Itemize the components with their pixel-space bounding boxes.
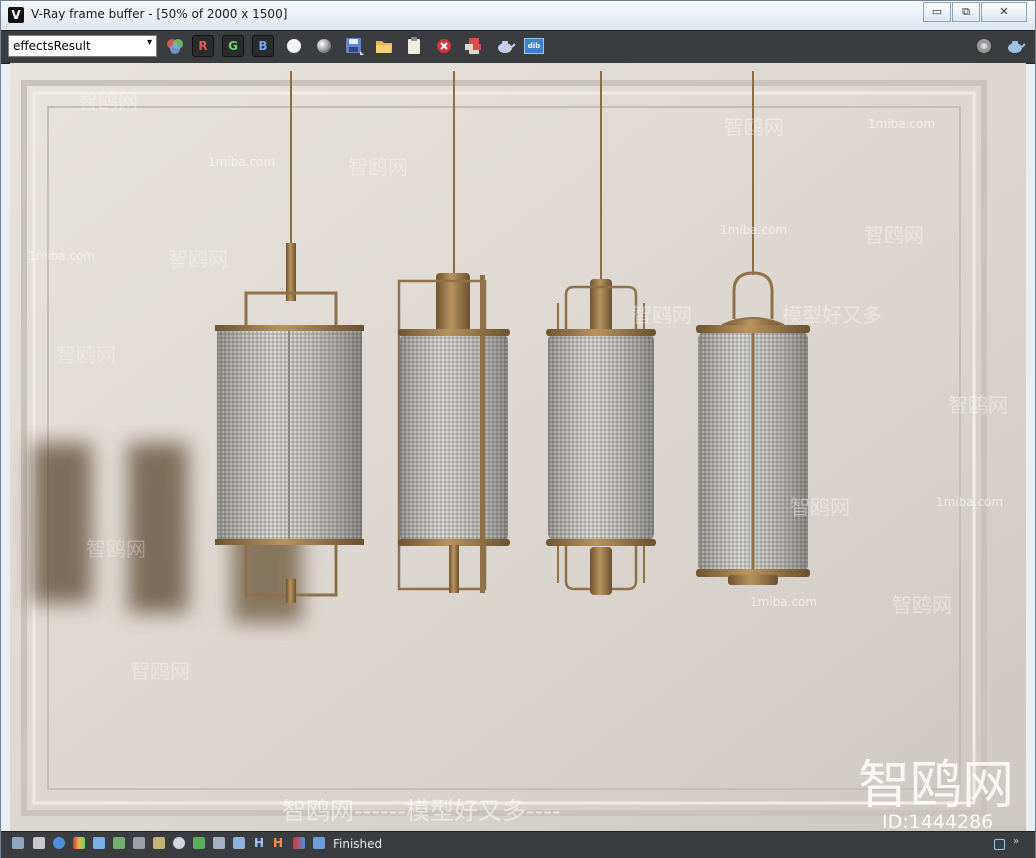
window-controls: ▭ ⧉ ✕ <box>922 2 1027 22</box>
channel-select[interactable]: effectsResult ▾ <box>8 35 157 57</box>
color-channels-icon[interactable] <box>165 36 185 56</box>
window-icon[interactable] <box>12 837 24 849</box>
chevron-down-icon: ▾ <box>146 37 152 48</box>
histogram-icon[interactable] <box>133 837 145 849</box>
info-icon[interactable] <box>53 837 65 849</box>
levels-icon[interactable] <box>113 837 125 849</box>
clear-image-icon[interactable] <box>434 36 454 56</box>
status-bar: H H Finished » <box>1 831 1035 858</box>
expand-icon[interactable] <box>994 839 1005 850</box>
teapot-render-icon[interactable] <box>494 36 516 56</box>
white-balance-icon[interactable] <box>193 837 205 849</box>
render-status-text: Finished <box>333 837 383 851</box>
monochrome-icon[interactable] <box>314 36 334 56</box>
vray-frame-buffer-window: V V-Ray frame buffer - [50% of 2000 x 15… <box>0 0 1036 858</box>
vfb-toolbar: effectsResult ▾ R G B dib <box>1 30 1035 64</box>
save-icon[interactable] <box>344 36 366 56</box>
exposure-icon[interactable] <box>173 837 185 849</box>
srgb-curve-icon[interactable] <box>213 837 225 849</box>
vray-logo-icon: V <box>8 7 24 23</box>
clipboard-icon[interactable] <box>404 36 424 56</box>
region-render-icon[interactable] <box>463 36 485 56</box>
channel-select-value: effectsResult <box>13 39 91 53</box>
open-folder-icon[interactable] <box>374 36 394 56</box>
render-settings-icon[interactable] <box>974 36 994 56</box>
hsl-icon[interactable] <box>93 837 105 849</box>
color-correction-icon[interactable] <box>73 837 85 849</box>
rendered-image <box>10 63 1026 831</box>
red-channel-button[interactable]: R <box>192 35 214 57</box>
pixel-info-label[interactable]: H <box>254 836 264 850</box>
history-icon[interactable] <box>33 837 45 849</box>
minimize-button[interactable]: ▭ <box>923 2 951 22</box>
green-channel-button[interactable]: G <box>222 35 244 57</box>
render-viewport[interactable]: 智鸥网 1miba.com 智鸥网 智鸥网 1miba.com 1miba.co… <box>10 63 1026 831</box>
close-button[interactable]: ✕ <box>981 2 1027 22</box>
window-title: V-Ray frame buffer - [50% of 2000 x 1500… <box>31 7 288 21</box>
compare-label[interactable]: H <box>273 836 283 850</box>
lut-icon[interactable] <box>233 837 245 849</box>
restore-button[interactable]: ⧉ <box>952 2 980 22</box>
alpha-white-icon[interactable] <box>284 36 304 56</box>
teapot-icon[interactable] <box>1004 36 1026 56</box>
title-bar[interactable]: V V-Ray frame buffer - [50% of 2000 x 15… <box>1 1 1035 29</box>
chevron-double-down-icon[interactable]: » <box>1013 836 1025 848</box>
track-mouse-icon[interactable] <box>313 837 325 849</box>
curves-icon[interactable] <box>153 837 165 849</box>
blue-channel-button[interactable]: B <box>252 35 274 57</box>
dib-button[interactable]: dib <box>524 38 544 54</box>
ab-compare-icon[interactable] <box>293 837 305 849</box>
